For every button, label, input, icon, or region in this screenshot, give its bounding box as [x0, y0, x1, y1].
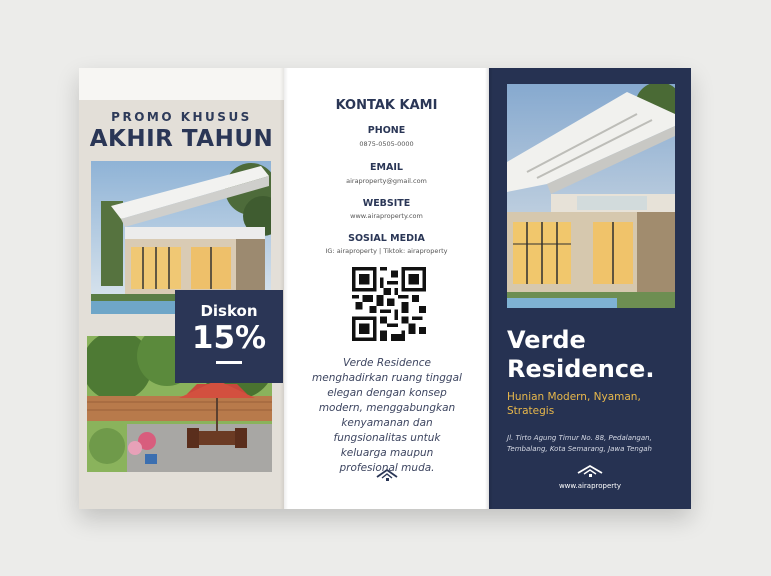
address-line-1: Jl. Tirto Agung Timur No. 88, Pedalangan…	[507, 434, 652, 442]
left-panel: PROMO KHUSUS AKHIR TAHUN Diskon 15%	[79, 68, 284, 509]
email-value: airaproperty@gmail.com	[346, 177, 427, 185]
website-value: www.airaproperty.com	[350, 212, 423, 220]
website-label: WEBSITE	[362, 198, 411, 209]
house-photo-large	[507, 84, 675, 308]
promo-title: AKHIR TAHUN	[89, 126, 274, 152]
contact-heading: KONTAK KAMI	[335, 98, 438, 113]
property-title: Verde Residence.	[507, 326, 687, 384]
property-address: Jl. Tirto Agung Timur No. 88, Pedalangan…	[507, 433, 687, 455]
website-footer: www.airaproperty	[558, 482, 622, 490]
promo-label: PROMO KHUSUS	[111, 110, 252, 124]
tagline-line-2: Strategis	[507, 405, 555, 417]
title-line-1: Verde	[507, 326, 586, 354]
address-line-2: Tembalang, Kota Semarang, Jawa Tengah	[507, 445, 652, 453]
property-tagline: Hunian Modern, Nyaman, Strategis	[507, 390, 677, 418]
email-label: EMAIL	[370, 162, 403, 173]
discount-badge: Diskon 15%	[175, 290, 283, 383]
title-line-2: Residence.	[507, 355, 655, 383]
discount-label: Diskon	[200, 302, 258, 320]
trifold-brochure: PROMO KHUSUS AKHIR TAHUN Diskon 15% KONT…	[79, 68, 691, 509]
discount-value: 15%	[191, 320, 267, 356]
social-media-value: IG: airaproperty | Tiktok: airaproperty	[325, 247, 448, 255]
right-panel: Verde Residence. Hunian Modern, Nyaman, …	[489, 68, 691, 509]
social-media-label: SOSIAL MEDIA	[348, 233, 425, 244]
tagline-line-1: Hunian Modern, Nyaman,	[507, 391, 641, 403]
property-description: Verde Residence menghadirkan ruang tingg…	[312, 357, 462, 474]
phone-label: PHONE	[367, 125, 406, 136]
house-logo-icon	[376, 468, 398, 481]
phone-value: 0875-0505-0000	[359, 140, 414, 148]
house-logo-icon	[577, 464, 603, 477]
qr-code-icon	[352, 267, 426, 341]
discount-underline	[216, 360, 242, 364]
middle-panel: KONTAK KAMI PHONE 0875-0505-0000 EMAIL a…	[284, 68, 489, 509]
